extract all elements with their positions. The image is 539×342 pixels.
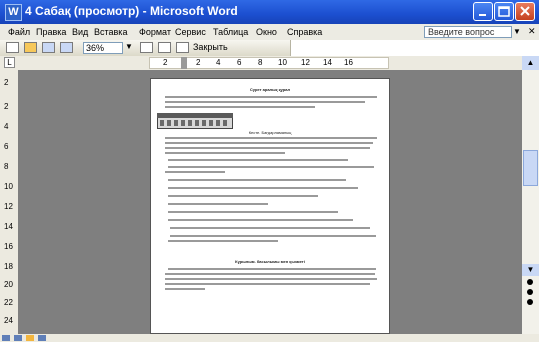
menu-insert[interactable]: Вставка	[94, 27, 127, 37]
figure-caption: Кесте. Бағдарламаның	[248, 130, 292, 135]
web-view-icon[interactable]	[14, 335, 22, 341]
ruler-mark: 12	[301, 58, 310, 67]
ruler-mark: 2	[163, 58, 168, 67]
embedded-toolbar-buttons	[160, 120, 230, 126]
ruler-mark: 10	[278, 58, 287, 67]
menu-table[interactable]: Таблица	[213, 27, 248, 37]
ruler-mark: 2	[196, 58, 201, 67]
menu-view[interactable]: Вид	[72, 27, 88, 37]
text-line	[165, 171, 225, 173]
maximize-button[interactable]	[494, 2, 514, 21]
text-line	[170, 235, 376, 237]
chevron-down-icon[interactable]: ▼	[125, 42, 133, 51]
maximize-icon	[498, 6, 510, 17]
menu-file[interactable]: Файл	[8, 27, 30, 37]
menu-format[interactable]: Формат	[139, 27, 171, 37]
ruler-mark: 4	[216, 58, 221, 67]
text-line	[165, 278, 377, 280]
print-icon[interactable]	[6, 42, 19, 53]
vruler-mark: 20	[4, 280, 13, 289]
next-page-icon[interactable]	[527, 299, 533, 305]
menu-tools[interactable]: Сервис	[175, 27, 206, 37]
vruler-mark: 2	[4, 102, 9, 111]
help-search-input[interactable]: Введите вопрос	[424, 26, 512, 38]
section-heading: Кұрылым. басылымы мен қызметі	[235, 259, 305, 264]
menu-edit[interactable]: Правка	[36, 27, 66, 37]
text-line	[165, 137, 377, 139]
text-line	[165, 273, 375, 275]
vruler-mark: 4	[4, 122, 9, 131]
minimize-button[interactable]	[473, 2, 493, 21]
text-line	[168, 187, 358, 189]
page-heading: Сурет аралық құрал	[249, 87, 291, 92]
outline-view-icon[interactable]	[38, 335, 46, 341]
close-button[interactable]	[515, 2, 535, 21]
text-line	[168, 166, 374, 168]
text-line	[165, 283, 370, 285]
vruler-mark: 2	[4, 78, 9, 87]
text-line	[168, 159, 348, 161]
text-line	[168, 211, 338, 213]
vruler-mark: 16	[4, 242, 13, 251]
normal-view-icon[interactable]	[2, 335, 10, 341]
text-line	[165, 142, 373, 144]
window-title: 4 Сабақ (просмотр) - Microsoft Word	[25, 4, 238, 18]
text-line	[165, 101, 365, 103]
vruler-mark: 12	[4, 202, 13, 211]
menu-window[interactable]: Окно	[256, 27, 277, 37]
text-line	[168, 179, 346, 181]
one-page-icon[interactable]	[42, 42, 55, 53]
menu-help[interactable]: Справка	[287, 27, 322, 37]
vruler-mark: 6	[4, 142, 9, 151]
tab-selector[interactable]: L	[4, 57, 15, 68]
text-line	[168, 240, 278, 242]
word-icon[interactable]: W	[5, 4, 22, 21]
browse-object-icon[interactable]	[527, 289, 533, 295]
vruler-mark: 22	[4, 298, 13, 307]
text-line	[165, 106, 315, 108]
document-close-icon[interactable]: ✕	[528, 26, 536, 37]
vruler-mark: 24	[4, 316, 13, 325]
vruler-mark: 10	[4, 182, 13, 191]
text-line	[168, 268, 376, 270]
vruler-mark: 8	[4, 162, 9, 171]
minimize-icon	[479, 14, 486, 16]
scrollbar-thumb[interactable]	[523, 150, 538, 186]
text-line	[165, 152, 285, 154]
close-icon	[520, 6, 530, 16]
magnifier-icon[interactable]	[24, 42, 37, 53]
scroll-down-icon[interactable]: ▼	[522, 264, 539, 276]
text-line	[168, 203, 268, 205]
chevron-down-icon[interactable]: ▼	[512, 26, 522, 38]
previous-page-icon[interactable]	[527, 279, 533, 285]
text-line	[168, 195, 318, 197]
text-line	[170, 227, 370, 229]
ruler-mark: 14	[323, 58, 332, 67]
full-screen-icon[interactable]	[176, 42, 189, 53]
text-line	[165, 96, 377, 98]
vruler-mark: 14	[4, 222, 13, 231]
shrink-to-fit-icon[interactable]	[158, 42, 171, 53]
zoom-select[interactable]: 36%	[83, 42, 123, 54]
vruler-mark: 18	[4, 262, 13, 271]
text-line	[168, 219, 353, 221]
close-preview-button[interactable]: Закрыть	[193, 42, 228, 52]
ruler-toggle-icon[interactable]	[140, 42, 153, 53]
view-buttons-bar	[0, 334, 539, 342]
indent-marker[interactable]	[181, 57, 187, 69]
ruler-mark: 8	[258, 58, 263, 67]
ruler-mark: 6	[237, 58, 242, 67]
embedded-toolbar-title	[157, 113, 233, 118]
scroll-up-icon[interactable]: ▲	[522, 56, 539, 70]
text-line	[165, 147, 370, 149]
multiple-pages-icon[interactable]	[60, 42, 73, 53]
ruler-mark: 16	[344, 58, 353, 67]
print-view-icon[interactable]	[26, 335, 34, 341]
text-line	[165, 288, 205, 290]
